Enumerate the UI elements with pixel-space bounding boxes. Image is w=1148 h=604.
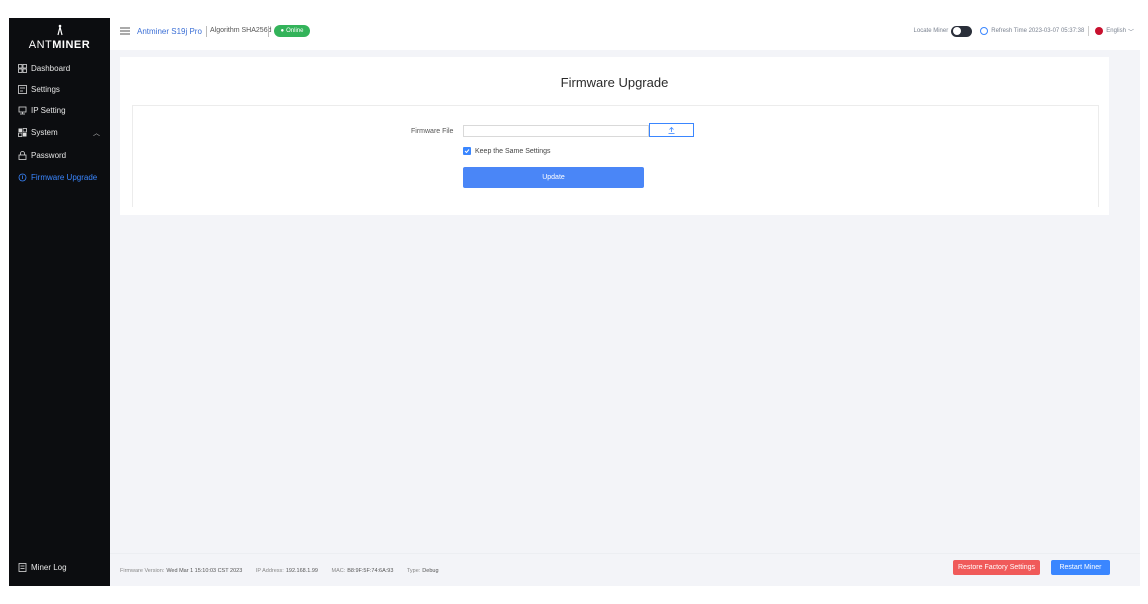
sidebar: ANTMINER Dashboard Settings IP Setting S…: [9, 18, 110, 586]
upload-icon: [668, 126, 675, 134]
menu-toggle-icon[interactable]: [120, 27, 130, 35]
sidebar-item-label: System: [31, 127, 58, 137]
sidebar-item-ip-setting[interactable]: IP Setting: [9, 100, 110, 120]
sidebar-item-system[interactable]: System ︿: [9, 122, 110, 142]
locate-miner-label: Locate Miner: [913, 28, 949, 34]
status-badge: ● Online: [274, 25, 310, 37]
firmware-icon: [18, 173, 27, 182]
chevron-up-icon: ︿: [93, 130, 100, 137]
restore-factory-settings-button[interactable]: Restore Factory Settings: [953, 560, 1040, 575]
password-icon: [18, 150, 27, 160]
mac-label: MAC:: [331, 568, 346, 574]
type-value: Debug: [422, 568, 439, 574]
sidebar-item-firmware-upgrade[interactable]: Firmware Upgrade: [9, 167, 110, 187]
keep-settings-checkbox[interactable]: Keep the Same Settings: [463, 147, 551, 155]
main-content: Firmware Upgrade Firmware File Keep the …: [110, 50, 1140, 553]
footer: Firmware Version: Wed Mar 1 15:10:03 CST …: [110, 553, 1140, 586]
refresh-clock-icon[interactable]: [980, 27, 989, 35]
algorithm-label: Algorithm SHA256d: [210, 27, 272, 34]
top-bar: Antminer S19j Pro Algorithm SHA256d ● On…: [110, 18, 1140, 50]
device-info: Firmware Version: Wed Mar 1 15:10:03 CST …: [120, 568, 451, 574]
firmware-form: Firmware File Keep the Same Settings Upd…: [132, 105, 1099, 207]
divider: [206, 26, 207, 37]
firmware-file-label: Firmware File: [411, 128, 454, 135]
keep-settings-label: Keep the Same Settings: [475, 147, 551, 155]
sidebar-item-settings[interactable]: Settings: [9, 79, 110, 99]
ip-value: 192.168.1.99: [285, 568, 318, 574]
sidebar-item-password[interactable]: Password: [9, 145, 110, 165]
restart-miner-button[interactable]: Restart Miner: [1051, 560, 1110, 575]
language-select[interactable]: English: [1106, 28, 1126, 34]
mac-value: B8:9F:5F:74:6A:93: [347, 568, 394, 574]
divider: [1088, 26, 1090, 36]
system-icon: [18, 127, 27, 137]
divider: [268, 26, 269, 37]
firmware-file-input[interactable]: [463, 125, 649, 137]
checkbox-checked-icon: [463, 147, 471, 155]
fw-version-label: Firmware Version:: [120, 568, 165, 574]
sidebar-item-label: IP Setting: [31, 105, 66, 115]
sidebar-item-label: Firmware Upgrade: [31, 172, 98, 182]
upload-button[interactable]: [649, 123, 694, 137]
fw-version-value: Wed Mar 1 15:10:03 CST 2023: [166, 568, 243, 574]
firmware-card: Firmware Upgrade Firmware File Keep the …: [120, 57, 1109, 215]
miner-model: Antminer S19j Pro: [137, 27, 202, 36]
flag-icon: [1095, 27, 1104, 35]
ip-icon: [18, 106, 27, 115]
sidebar-item-dashboard[interactable]: Dashboard: [9, 58, 110, 78]
chevron-down-icon: ﹀: [1127, 29, 1134, 36]
locate-miner-toggle[interactable]: [951, 25, 973, 37]
refresh-time: Refresh Time 2023-03-07 05:37:38: [991, 28, 1085, 34]
settings-icon: [18, 84, 27, 94]
log-icon: [18, 562, 27, 572]
ant-logo-icon: [57, 24, 63, 36]
type-label: Type:: [406, 568, 421, 574]
dashboard-icon: [18, 63, 27, 73]
update-button[interactable]: Update: [463, 167, 644, 188]
sidebar-item-label: Password: [31, 150, 67, 160]
sidebar-item-label: Settings: [31, 84, 60, 94]
page-title: Firmware Upgrade: [560, 75, 669, 90]
ip-label: IP Address:: [255, 568, 284, 574]
antminer-logo: ANTMINER: [9, 22, 110, 56]
miner-log-link[interactable]: Miner Log: [9, 556, 110, 578]
sidebar-item-label: Dashboard: [31, 63, 71, 73]
miner-log-label: Miner Log: [31, 562, 67, 572]
top-right-controls: Locate Miner Refresh Time 2023-03-07 05:…: [914, 25, 1134, 37]
